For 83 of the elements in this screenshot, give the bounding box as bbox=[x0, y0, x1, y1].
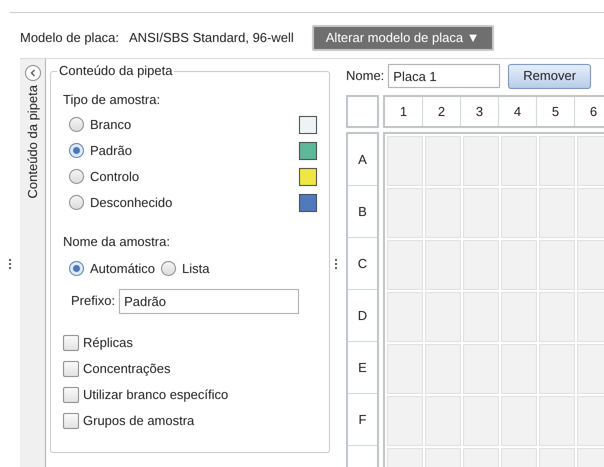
well-cell[interactable] bbox=[577, 136, 604, 186]
well-cell[interactable] bbox=[425, 292, 461, 342]
corner-header bbox=[346, 95, 379, 128]
side-tab-label: Conteúdo da pipeta bbox=[24, 85, 41, 198]
column-header: 1 bbox=[385, 97, 423, 126]
sample-name-option[interactable]: Automático bbox=[90, 259, 156, 278]
well-cell[interactable] bbox=[463, 240, 499, 290]
well-cell[interactable] bbox=[501, 396, 537, 446]
well-cell[interactable] bbox=[577, 292, 604, 342]
sample-name-option[interactable]: Lista bbox=[182, 259, 210, 278]
sample-type-option[interactable]: Branco bbox=[90, 114, 293, 134]
well-cell[interactable] bbox=[539, 292, 575, 342]
row-header: B bbox=[348, 186, 377, 238]
sample-name-label: Nome da amostra: bbox=[63, 232, 171, 250]
well-cell[interactable] bbox=[577, 240, 604, 290]
sample-type-label: Tipo de amostra: bbox=[63, 91, 162, 109]
column-header: 4 bbox=[499, 97, 537, 126]
well-cell[interactable] bbox=[425, 240, 461, 290]
name-label: Nome: bbox=[346, 67, 384, 86]
plate-model-value: ANSI/SBS Standard, 96-well bbox=[129, 29, 294, 48]
well-cell[interactable] bbox=[387, 136, 423, 186]
well-cell[interactable] bbox=[577, 188, 604, 238]
checkbox[interactable] bbox=[63, 386, 79, 402]
radio-button[interactable] bbox=[69, 117, 84, 132]
well-cell[interactable] bbox=[387, 396, 423, 446]
checkbox-label[interactable]: Réplicas bbox=[83, 332, 133, 352]
checkbox-label[interactable]: Utilizar branco específico bbox=[83, 384, 228, 404]
well-cell[interactable] bbox=[463, 136, 499, 186]
row-header: A bbox=[348, 134, 377, 186]
collapse-icon[interactable] bbox=[24, 65, 40, 81]
well-cell[interactable] bbox=[425, 136, 461, 186]
well-cell[interactable] bbox=[425, 396, 461, 446]
prefix-field[interactable]: Padrão bbox=[119, 288, 300, 314]
row-header: D bbox=[348, 290, 377, 342]
column-header: 3 bbox=[461, 97, 499, 126]
well-cell[interactable] bbox=[501, 240, 537, 290]
column-header: 5 bbox=[537, 97, 575, 126]
radio-button[interactable] bbox=[69, 261, 84, 276]
row-header: E bbox=[348, 342, 377, 394]
checkbox[interactable] bbox=[63, 334, 79, 350]
well-cell[interactable] bbox=[501, 292, 537, 342]
radio-button[interactable] bbox=[69, 169, 84, 184]
well-cell[interactable] bbox=[463, 396, 499, 446]
side-tab[interactable]: Conteúdo da pipeta bbox=[20, 59, 46, 467]
well-cell[interactable] bbox=[463, 188, 499, 238]
well-cell[interactable] bbox=[425, 188, 461, 238]
well-cell[interactable] bbox=[387, 188, 423, 238]
row-header: F bbox=[348, 394, 377, 446]
plate-model-label: Modelo de placa: bbox=[20, 29, 120, 48]
well-cell[interactable] bbox=[539, 136, 575, 186]
well-cell[interactable] bbox=[463, 292, 499, 342]
well-cell[interactable] bbox=[501, 136, 537, 186]
well-cell[interactable] bbox=[577, 344, 604, 394]
remove-button[interactable]: Remover bbox=[508, 64, 592, 88]
change-plate-model-button[interactable]: Alterar modelo de placa ▼ bbox=[312, 25, 494, 51]
sample-type-option[interactable]: Desconhecido bbox=[90, 192, 293, 212]
well-cell[interactable] bbox=[501, 188, 537, 238]
checkbox-label[interactable]: Concentrações bbox=[83, 358, 170, 378]
well-cell[interactable] bbox=[387, 240, 423, 290]
prefix-label: Prefixo: bbox=[71, 292, 116, 310]
well-cell[interactable] bbox=[539, 240, 575, 290]
well-cell[interactable] bbox=[387, 344, 423, 394]
sample-type-option[interactable]: Controlo bbox=[90, 166, 293, 186]
well-cell[interactable] bbox=[425, 344, 461, 394]
well-cell[interactable] bbox=[501, 344, 537, 394]
checkbox[interactable] bbox=[63, 360, 79, 376]
radio-button[interactable] bbox=[69, 143, 84, 158]
well-cell[interactable] bbox=[539, 188, 575, 238]
well-cell[interactable] bbox=[387, 292, 423, 342]
sample-type-option[interactable]: Padrão bbox=[90, 140, 293, 160]
plate-name-field[interactable]: Placa 1 bbox=[388, 64, 500, 88]
well-cell[interactable] bbox=[577, 396, 604, 446]
well-cell[interactable] bbox=[539, 344, 575, 394]
checkbox-label[interactable]: Grupos de amostra bbox=[83, 410, 194, 430]
checkbox[interactable] bbox=[63, 412, 79, 428]
well-cell[interactable] bbox=[463, 344, 499, 394]
panel-title: Conteúdo da pipeta bbox=[57, 63, 174, 79]
column-header: 6 bbox=[575, 97, 604, 126]
row-header: C bbox=[348, 238, 377, 290]
radio-button[interactable] bbox=[161, 261, 176, 276]
radio-button[interactable] bbox=[69, 195, 84, 210]
column-header: 2 bbox=[423, 97, 461, 126]
well-cell[interactable] bbox=[539, 396, 575, 446]
